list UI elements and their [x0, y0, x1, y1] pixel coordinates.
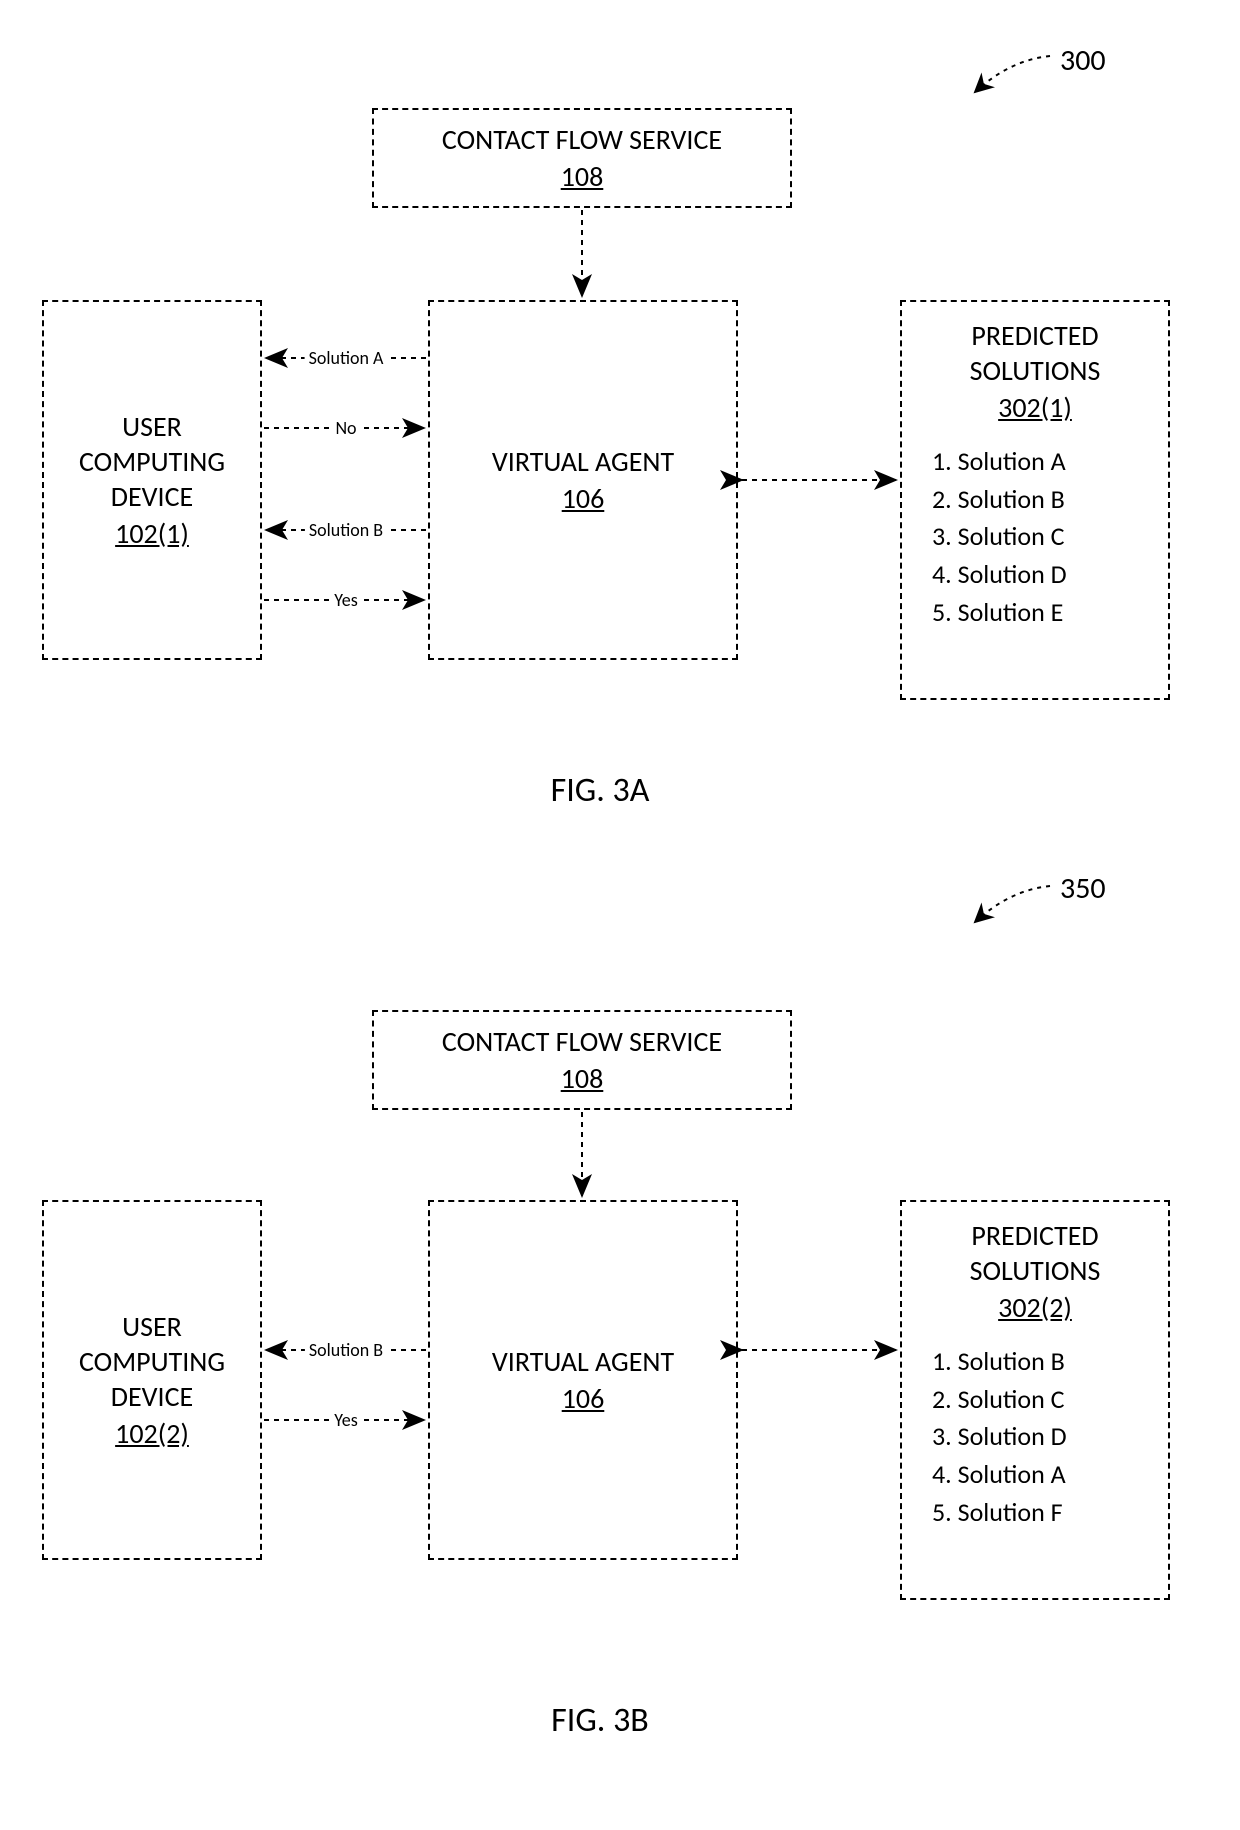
fig-b-arrows — [0, 1000, 1240, 1800]
fig-b-label: FIG. 3B — [500, 1700, 700, 1741]
page: 300 CONTACT FLOW SERVICE 108 VIRTUAL AGE… — [0, 0, 1240, 1815]
fig-a-arrows — [0, 0, 1240, 760]
fig-a-edge-yes: Yes — [330, 589, 361, 611]
fig-a-edge-no: No — [331, 417, 360, 439]
fig-a-label: FIG. 3A — [500, 770, 700, 811]
fig-a-edge-solution-a: Solution A — [305, 347, 388, 369]
fig-a-edge-solution-b: Solution B — [305, 519, 387, 541]
fig-b-edge-yes: Yes — [330, 1409, 361, 1431]
fig-b-edge-solution-b: Solution B — [305, 1339, 387, 1361]
